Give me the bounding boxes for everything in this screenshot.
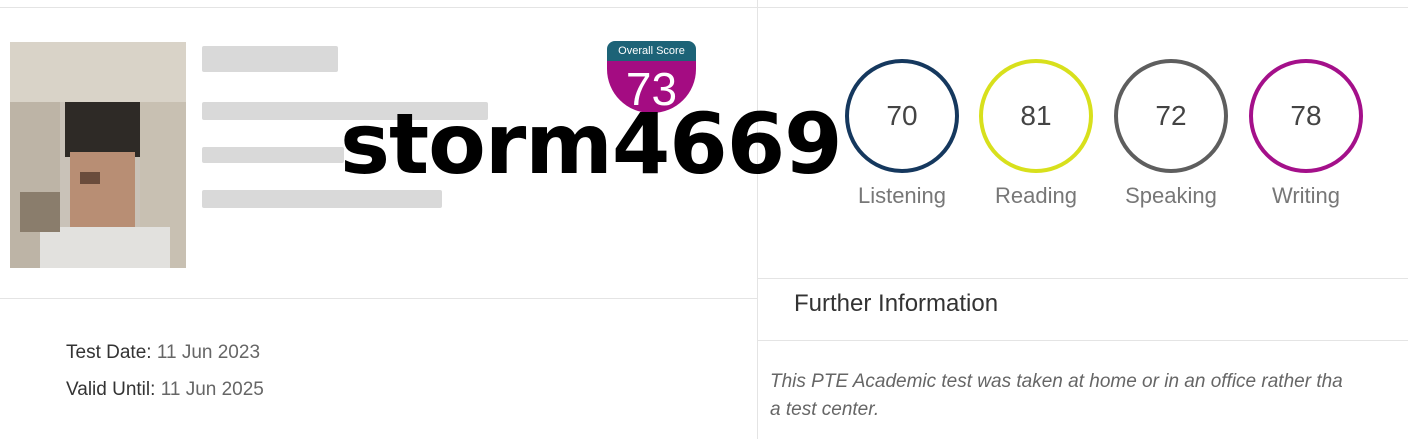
skill-score-ring: 70 (845, 59, 959, 173)
skill-score: 70 (886, 100, 918, 131)
skill-label: Reading (995, 183, 1077, 208)
skill-writing: 78 Writing (1242, 59, 1370, 209)
valid-until-value: 11 Jun 2025 (160, 379, 264, 400)
further-information-text: This PTE Academic test was taken at home… (770, 368, 1343, 424)
column-divider (757, 0, 758, 439)
skill-speaking: 72 Speaking (1107, 59, 1235, 209)
test-date-value: 11 Jun 2023 (156, 342, 261, 363)
watermark-text: storm4669 (340, 95, 843, 193)
skill-score: 81 (1020, 100, 1052, 131)
info-line: This PTE Academic test was taken at home… (770, 371, 1343, 392)
skill-score: 78 (1290, 100, 1322, 131)
valid-until: Valid Until: 11 Jun 2025 (66, 379, 264, 401)
skill-reading: 81 Reading (972, 59, 1100, 209)
skill-score-ring: 81 (979, 59, 1093, 173)
further-information-title: Further Information (794, 290, 999, 317)
candidate-photo (10, 42, 186, 268)
valid-until-label: Valid Until: (66, 379, 156, 400)
top-divider (0, 7, 1408, 8)
overall-score-label: Overall Score (607, 41, 696, 61)
skill-label: Speaking (1125, 183, 1217, 208)
skill-score-ring: 72 (1114, 59, 1228, 173)
scores-divider (757, 278, 1408, 279)
skill-label: Writing (1271, 183, 1341, 208)
candidate-detail-redacted (202, 147, 344, 163)
left-section-divider (0, 298, 757, 299)
skill-label: Listening (857, 183, 947, 208)
skill-listening: 70 Listening (838, 59, 966, 209)
test-date-label: Test Date: (66, 342, 152, 363)
skill-score-ring: 78 (1249, 59, 1363, 173)
info-line: a test center. (770, 399, 880, 420)
skill-score: 72 (1155, 100, 1187, 131)
test-date: Test Date: 11 Jun 2023 (66, 342, 260, 364)
info-title-divider (757, 340, 1408, 341)
candidate-name-redacted (202, 46, 338, 72)
